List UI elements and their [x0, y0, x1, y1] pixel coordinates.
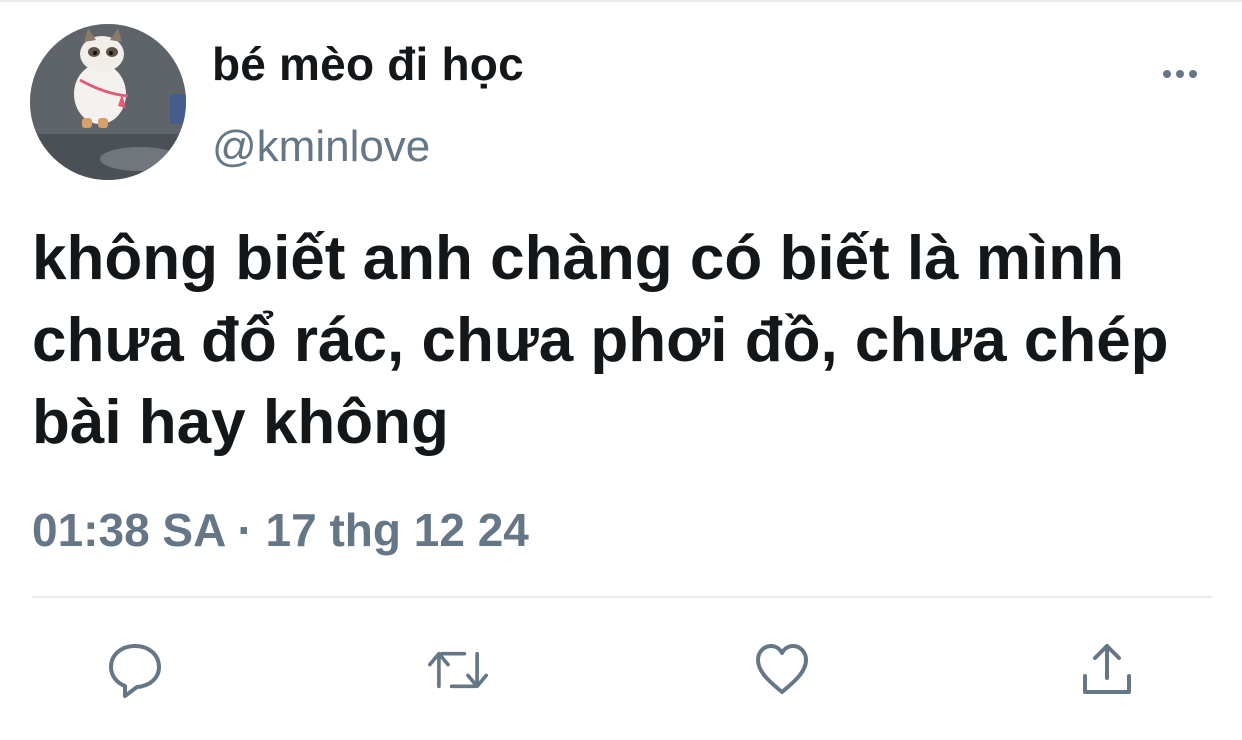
avatar[interactable] [30, 24, 186, 180]
share-button[interactable] [1077, 640, 1137, 700]
retweet-arrows-icon [428, 651, 488, 689]
like-button[interactable] [752, 640, 812, 700]
more-dot-icon [1189, 70, 1197, 78]
more-options-button[interactable] [1154, 56, 1206, 92]
tweet-timestamp[interactable]: 01:38 SA · 17 thg 12 24 [32, 500, 529, 560]
top-divider [0, 0, 1242, 2]
share-upload-icon [1083, 644, 1131, 694]
retweet-button[interactable] [428, 640, 488, 700]
tweet-text: không biết anh chàng có biết là mình chư… [32, 224, 1169, 457]
reply-button[interactable] [105, 640, 165, 700]
display-name[interactable]: bé mèo đi học [212, 36, 524, 92]
actions-divider [32, 596, 1212, 598]
speech-bubble-icon [109, 644, 161, 698]
kitten-avatar-image [30, 24, 186, 180]
more-dot-icon [1176, 70, 1184, 78]
more-dot-icon [1163, 70, 1171, 78]
user-handle[interactable]: @kminlove [212, 120, 430, 174]
heart-icon [756, 644, 808, 694]
